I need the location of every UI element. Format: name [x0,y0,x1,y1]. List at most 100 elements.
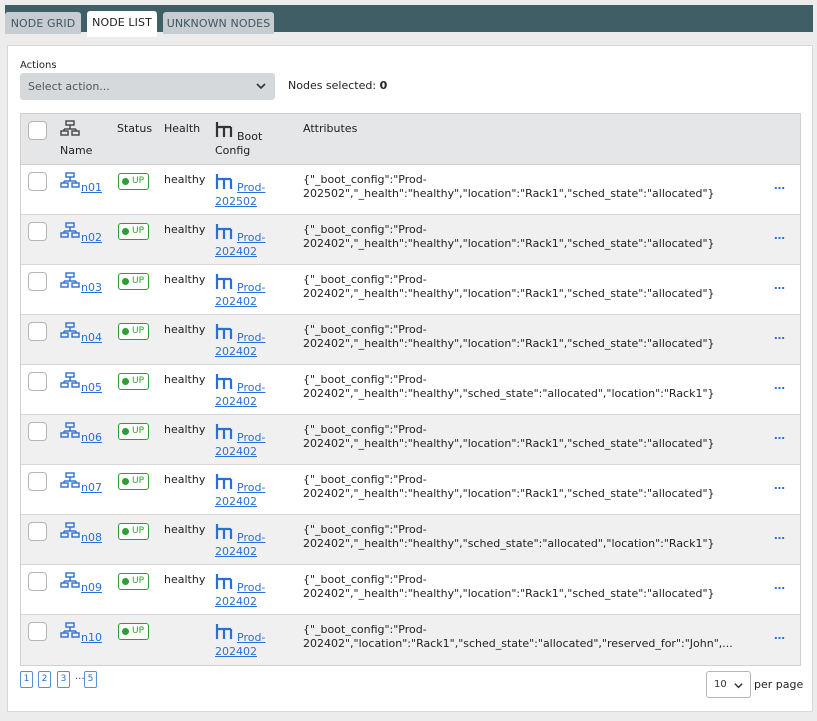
node-name-link[interactable]: n02 [81,231,102,244]
select-all-checkbox[interactable] [28,121,47,140]
row-more-button[interactable]: … [774,529,785,542]
health-text: healthy [164,473,206,486]
boot-config-icon [215,224,233,239]
node-table: Name Status Health Boot Config Attribute… [20,113,801,666]
row-checkbox[interactable] [28,222,47,241]
row-checkbox[interactable] [28,622,47,641]
node-tree-icon [60,522,80,538]
tab-node-grid[interactable]: NODE GRID [5,12,81,34]
row-checkbox[interactable] [28,322,47,341]
row-checkbox[interactable] [28,522,47,541]
boot-config-link[interactable]: Prod- [237,281,265,294]
row-more-button[interactable]: … [774,479,785,492]
boot-config-link-line2[interactable]: 202502 [215,195,257,208]
nodes-selected-count: 0 [379,79,388,92]
status-dot-icon [122,228,129,235]
row-more-button[interactable]: … [774,279,785,292]
node-tree-icon [60,322,80,338]
boot-config-link[interactable]: Prod- [237,431,265,444]
node-name-link[interactable]: n08 [81,531,102,544]
node-name-link[interactable]: n09 [81,581,102,594]
attributes-text: {"_boot_config":"Prod- [303,223,427,236]
boot-config-link-line2[interactable]: 202402 [215,345,257,358]
row-more-button[interactable]: … [774,379,785,392]
page-3-button[interactable]: 3 [57,671,70,688]
table-row: n05 UP healthy Prod- 202402 {"_boot_config":"… [21,365,800,415]
boot-config-link[interactable]: Prod- [237,481,265,494]
boot-config-icon [215,174,233,189]
node-name-link[interactable]: n03 [81,281,102,294]
status-badge: UP [118,273,150,290]
boot-config-link[interactable]: Prod- [237,331,265,344]
boot-config-link[interactable]: Prod- [237,381,265,394]
row-more-button[interactable]: … [774,629,785,642]
column-header-attributes[interactable]: Attributes [303,122,357,135]
node-name-link[interactable]: n07 [81,481,102,494]
health-text: healthy [164,173,206,186]
per-page-value: 10 [714,679,727,690]
status-text: UP [132,376,145,386]
row-checkbox[interactable] [28,172,47,191]
attributes-text-line2: 202402","_health":"healthy","location":"… [303,437,715,450]
node-name-link[interactable]: n05 [81,381,102,394]
row-checkbox[interactable] [28,422,47,441]
node-name-link[interactable]: n04 [81,331,102,344]
boot-config-icon [215,122,233,137]
row-checkbox[interactable] [28,372,47,391]
row-checkbox[interactable] [28,472,47,491]
boot-config-link[interactable]: Prod- [237,531,265,544]
boot-config-link-line2[interactable]: 202402 [215,495,257,508]
boot-config-link[interactable]: Prod- [237,581,265,594]
table-body: n01 UP healthy Prod- 202502 {"_boot_config":"… [21,165,800,665]
column-header-health[interactable]: Health [164,122,200,135]
tab-unknown-nodes[interactable]: UNKNOWN NODES [163,12,274,34]
status-text: UP [132,426,145,436]
boot-config-link-line2[interactable]: 202402 [215,595,257,608]
page-2-button[interactable]: 2 [38,671,51,688]
status-text: UP [132,226,145,236]
attributes-text-line2: 202402","_health":"healthy","location":"… [303,287,715,300]
boot-config-link[interactable]: Prod- [237,231,265,244]
column-header-status[interactable]: Status [117,122,152,135]
boot-config-link-line2[interactable]: 202402 [215,295,257,308]
boot-config-link[interactable]: Prod- [237,631,265,644]
status-text: UP [132,626,145,636]
row-more-button[interactable]: … [774,429,785,442]
attributes-text-line2: 202402","_health":"healthy","location":"… [303,587,715,600]
node-name-link[interactable]: n01 [81,181,102,194]
page-5-button[interactable]: 5 [84,671,97,688]
boot-config-link-line2[interactable]: 202402 [215,545,257,558]
health-text: healthy [164,373,206,386]
attributes-text: {"_boot_config":"Prod- [303,523,427,536]
status-dot-icon [122,478,129,485]
row-more-button[interactable]: … [774,179,785,192]
attributes-text: {"_boot_config":"Prod- [303,623,427,636]
row-checkbox[interactable] [28,272,47,291]
status-badge: UP [118,373,150,390]
table-row: n01 UP healthy Prod- 202502 {"_boot_config":"… [21,165,800,215]
tab-node-list[interactable]: NODE LIST [87,11,157,37]
attributes-text: {"_boot_config":"Prod- [303,273,427,286]
per-page-select[interactable]: 10 [706,671,751,698]
boot-config-link[interactable]: Prod- [237,181,265,194]
boot-config-link-line2[interactable]: 202402 [215,245,257,258]
boot-config-link-line2[interactable]: 202402 [215,645,257,658]
action-select[interactable]: Select action... [20,73,275,100]
status-badge: UP [118,573,150,590]
row-checkbox[interactable] [28,572,47,591]
row-more-button[interactable]: … [774,579,785,592]
per-page-label: per page [754,678,804,691]
table-row: n04 UP healthy Prod- 202402 {"_boot_config":"… [21,315,800,365]
column-header-name[interactable]: Name [60,144,92,157]
page-1-button[interactable]: 1 [20,671,33,688]
attributes-text-line2: 202402","_health":"healthy","location":"… [303,487,715,500]
column-header-boot-config[interactable]: Boot [237,130,262,143]
boot-config-link-line2[interactable]: 202402 [215,445,257,458]
row-more-button[interactable]: … [774,329,785,342]
row-more-button[interactable]: … [774,229,785,242]
node-name-link[interactable]: n06 [81,431,102,444]
status-badge: UP [118,473,150,490]
attributes-text: {"_boot_config":"Prod- [303,173,427,186]
boot-config-link-line2[interactable]: 202402 [215,395,257,408]
node-name-link[interactable]: n10 [81,631,102,644]
